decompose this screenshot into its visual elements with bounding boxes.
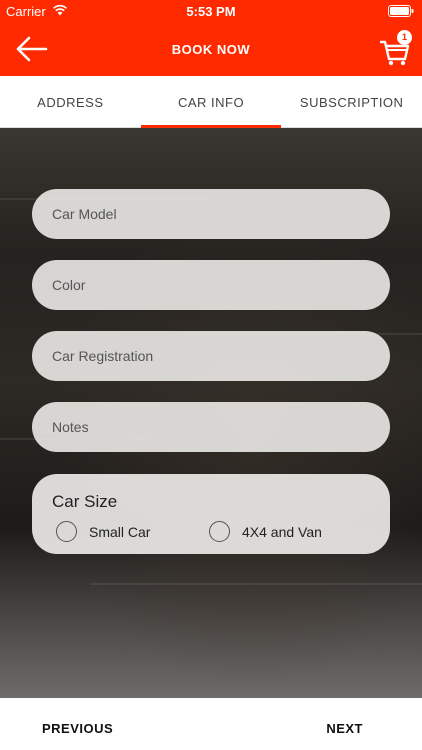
tab-car-info[interactable]: CAR INFO [140, 76, 282, 128]
car-size-title: Car Size [52, 492, 118, 511]
car-model-field[interactable] [32, 189, 390, 239]
background-streak [90, 583, 422, 585]
tab-label: SUBSCRIPTION [299, 95, 404, 110]
nav-bar: BOOK NOW 1 [0, 22, 422, 76]
4x4-van-radio[interactable]: 4X4 and Van [209, 521, 359, 543]
small-car-radio[interactable]: Small Car [56, 521, 196, 543]
cart-count-badge: 1 [397, 30, 412, 45]
notes-field[interactable] [32, 402, 390, 452]
tab-label: ADDRESS [37, 95, 104, 110]
radio-circle-icon [209, 521, 230, 542]
car-size-selector: Car Size Small Car 4X4 and Van [32, 474, 390, 554]
page-title: BOOK NOW [171, 42, 251, 57]
tab-label: CAR INFO [177, 95, 245, 110]
next-button[interactable]: NEXT [326, 721, 363, 736]
battery-icon [388, 5, 414, 17]
tab-address[interactable]: ADDRESS [0, 76, 141, 127]
footer-nav: PREVIOUS NEXT [0, 698, 422, 750]
color-field[interactable] [32, 260, 390, 310]
status-bar: Carrier 5:53 PM [0, 0, 422, 22]
tab-subscription[interactable]: SUBSCRIPTION [281, 76, 422, 127]
status-time: 5:53 PM [186, 4, 236, 19]
car-registration-field[interactable] [32, 331, 390, 381]
tab-bar: ADDRESS CAR INFO SUBSCRIPTION [0, 76, 422, 128]
car-info-form: Car Size Small Car 4X4 and Van [0, 128, 422, 698]
radio-circle-icon [56, 521, 77, 542]
radio-label: Small Car [89, 524, 151, 540]
cart-button[interactable]: 1 [378, 30, 412, 66]
previous-button[interactable]: PREVIOUS [42, 721, 113, 736]
radio-label: 4X4 and Van [242, 524, 322, 540]
